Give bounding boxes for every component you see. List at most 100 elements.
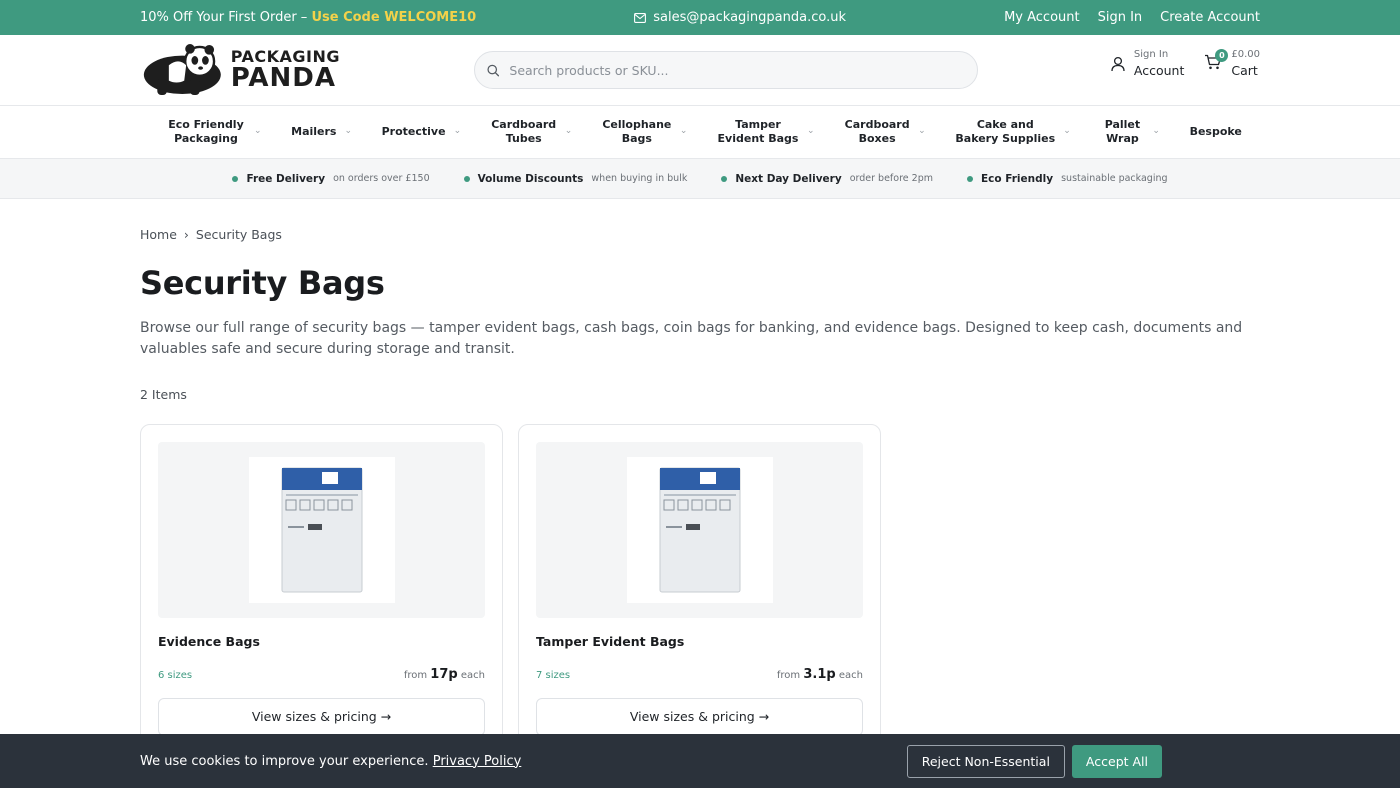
logo-line-2: PANDA [230,63,336,93]
price-unit: each [460,669,485,681]
price-from-label: from [403,669,428,681]
nav-item-bespoke[interactable]: Bespoke [1190,125,1242,139]
nav-item-eco-friendly-packaging[interactable]: Eco Friendly Packaging ⌄ [166,117,262,147]
product-price: from 17p each [404,667,485,682]
usp-sub: on orders over £150 [333,173,430,184]
bullet-dot-icon [721,175,728,182]
usp-title: Eco Friendly [980,172,1054,185]
nav-label: Cake and Bakery Supplies [955,117,1056,145]
product-image [248,456,395,603]
chevron-down-icon: ⌄ [344,126,353,137]
chevron-down-icon: ⌄ [918,126,926,137]
cart-labels: £0.00 Cart [1231,49,1260,78]
chevron-down-icon: ⌄ [807,126,815,137]
nav-item-mailers[interactable]: Mailers ⌄ [291,125,352,139]
usp-sub: when buying in bulk [591,173,688,184]
cart-icon-wrap: 0 [1204,48,1229,74]
bullet-dot-icon [232,175,239,182]
nav-item-cellophane-bags[interactable]: Cellophane Bags ⌄ [602,118,688,147]
privacy-policy-link[interactable]: Privacy Policy [433,754,522,769]
usp-next-day-delivery: Next Day Delivery order before 2pm [721,173,933,185]
header-actions: Sign In Account 0 £0.00 Cart [1111,48,1260,78]
chevron-down-icon: ⌄ [254,126,262,137]
nav-item-tamper-evident-bags[interactable]: Tamper Evident Bags ⌄ [717,118,815,147]
cookie-banner: We use cookies to improve your experienc… [0,734,1400,788]
product-card: Evidence Bags 6 sizes from 17p each View… [140,423,503,754]
account-links: My Account Sign In Create Account [1004,10,1260,25]
view-sizes-pricing-button[interactable]: View sizes & pricing → [536,697,863,736]
product-card: Tamper Evident Bags 7 sizes from 3.1p ea… [518,423,881,754]
product-grid: Evidence Bags 6 sizes from 17p each View… [140,423,1260,754]
create-account-link[interactable]: Create Account [1160,10,1260,25]
product-meta: 7 sizes from 3.1p each [536,667,863,682]
nav-item-cardboard-tubes[interactable]: Cardboard Tubes ⌄ [491,118,573,147]
price-from-label: from [776,669,801,681]
nav-item-pallet-wrap[interactable]: Pallet Wrap ⌄ [1100,118,1160,147]
view-sizes-pricing-button[interactable]: View sizes & pricing → [158,697,485,736]
breadcrumb-separator: › [183,227,189,242]
panda-logo-icon [143,44,221,96]
nav-label: Pallet Wrap [1104,117,1141,145]
email-link[interactable]: sales@packagingpanda.co.uk [634,10,846,25]
mail-icon [634,12,647,23]
product-price: from 3.1p each [777,667,863,682]
product-meta: 6 sizes from 17p each [158,667,485,682]
nav-label: Bespoke [1189,124,1242,138]
product-image-link[interactable] [536,441,863,618]
main-nav: Eco Friendly Packaging ⌄ Mailers ⌄ Protect… [0,106,1400,159]
nav-label: Eco Friendly Packaging [168,117,244,145]
cookie-actions: Reject Non-Essential Accept All [906,744,1162,778]
chevron-down-icon: ⌄ [1063,126,1071,137]
usp-eco-friendly: Eco Friendly sustainable packaging [966,172,1168,185]
product-name: Evidence Bags [158,633,260,649]
reject-non-essential-button[interactable]: Reject Non-Essential [906,744,1065,778]
bullet-dot-icon [966,175,973,182]
nav-item-cardboard-boxes[interactable]: Cardboard Boxes ⌄ [844,118,926,147]
nav-label: Mailers [291,124,337,138]
breadcrumb-home[interactable]: Home [140,227,177,242]
accept-all-button[interactable]: Accept All [1071,744,1162,778]
main-content: Home › Security Bags Security Bags Brows… [0,227,1400,754]
account-sign-in-label: Sign In [1133,49,1169,60]
price-amount: 3.1p [803,666,836,682]
account-label: Account [1133,63,1185,78]
usp-free-delivery: Free Delivery on orders over £150 [232,172,430,185]
email-text: sales@packagingpanda.co.uk [653,10,846,25]
cart-total: £0.00 [1231,49,1260,60]
usp-sub: order before 2pm [849,173,933,184]
nav-label: Cardboard Boxes [844,117,910,145]
page-description: Browse our full range of security bags —… [140,320,1243,358]
account-button[interactable]: Sign In Account [1111,49,1184,78]
usp-title: Volume Discounts [477,172,584,185]
search-icon [487,64,500,76]
logo-wordmark: PACKAGING PANDA [230,49,340,93]
sign-in-link[interactable]: Sign In [1098,10,1143,25]
chevron-down-icon: ⌄ [679,126,688,137]
item-count: 2 Items [140,386,187,402]
promo-message: 10% Off Your First Order – Use Code WELC… [140,10,476,25]
usp-title: Free Delivery [246,172,326,185]
bullet-dot-icon [463,175,470,182]
search-input[interactable] [509,62,965,78]
nav-item-protective[interactable]: Protective ⌄ [382,125,462,139]
user-icon [1111,56,1125,71]
product-image [626,456,773,603]
chevron-down-icon: ⌄ [453,126,462,137]
price-amount: 17p [430,666,458,682]
price-unit: each [838,669,863,681]
my-account-link[interactable]: My Account [1004,10,1080,25]
product-sizes: 6 sizes [158,669,193,681]
cookie-text: We use cookies to improve your experienc… [140,753,433,769]
usp-volume-discounts: Volume Discounts when buying in bulk [463,172,688,185]
breadcrumb-current: Security Bags [195,227,282,242]
site-logo[interactable]: PACKAGING PANDA [140,43,340,97]
product-image-link[interactable] [158,441,485,618]
nav-item-cake-and-bakery-supplies[interactable]: Cake and Bakery Supplies ⌄ [955,117,1071,147]
cart-label: Cart [1231,63,1258,78]
usp-sub: sustainable packaging [1061,173,1168,184]
cart-button[interactable]: 0 £0.00 Cart [1204,48,1260,78]
security-bag-image [659,467,740,593]
chevron-down-icon: ⌄ [564,126,573,137]
promo-bar: 10% Off Your First Order – Use Code WELC… [0,0,1400,35]
promo-text: 10% Off Your First Order – [140,10,312,25]
